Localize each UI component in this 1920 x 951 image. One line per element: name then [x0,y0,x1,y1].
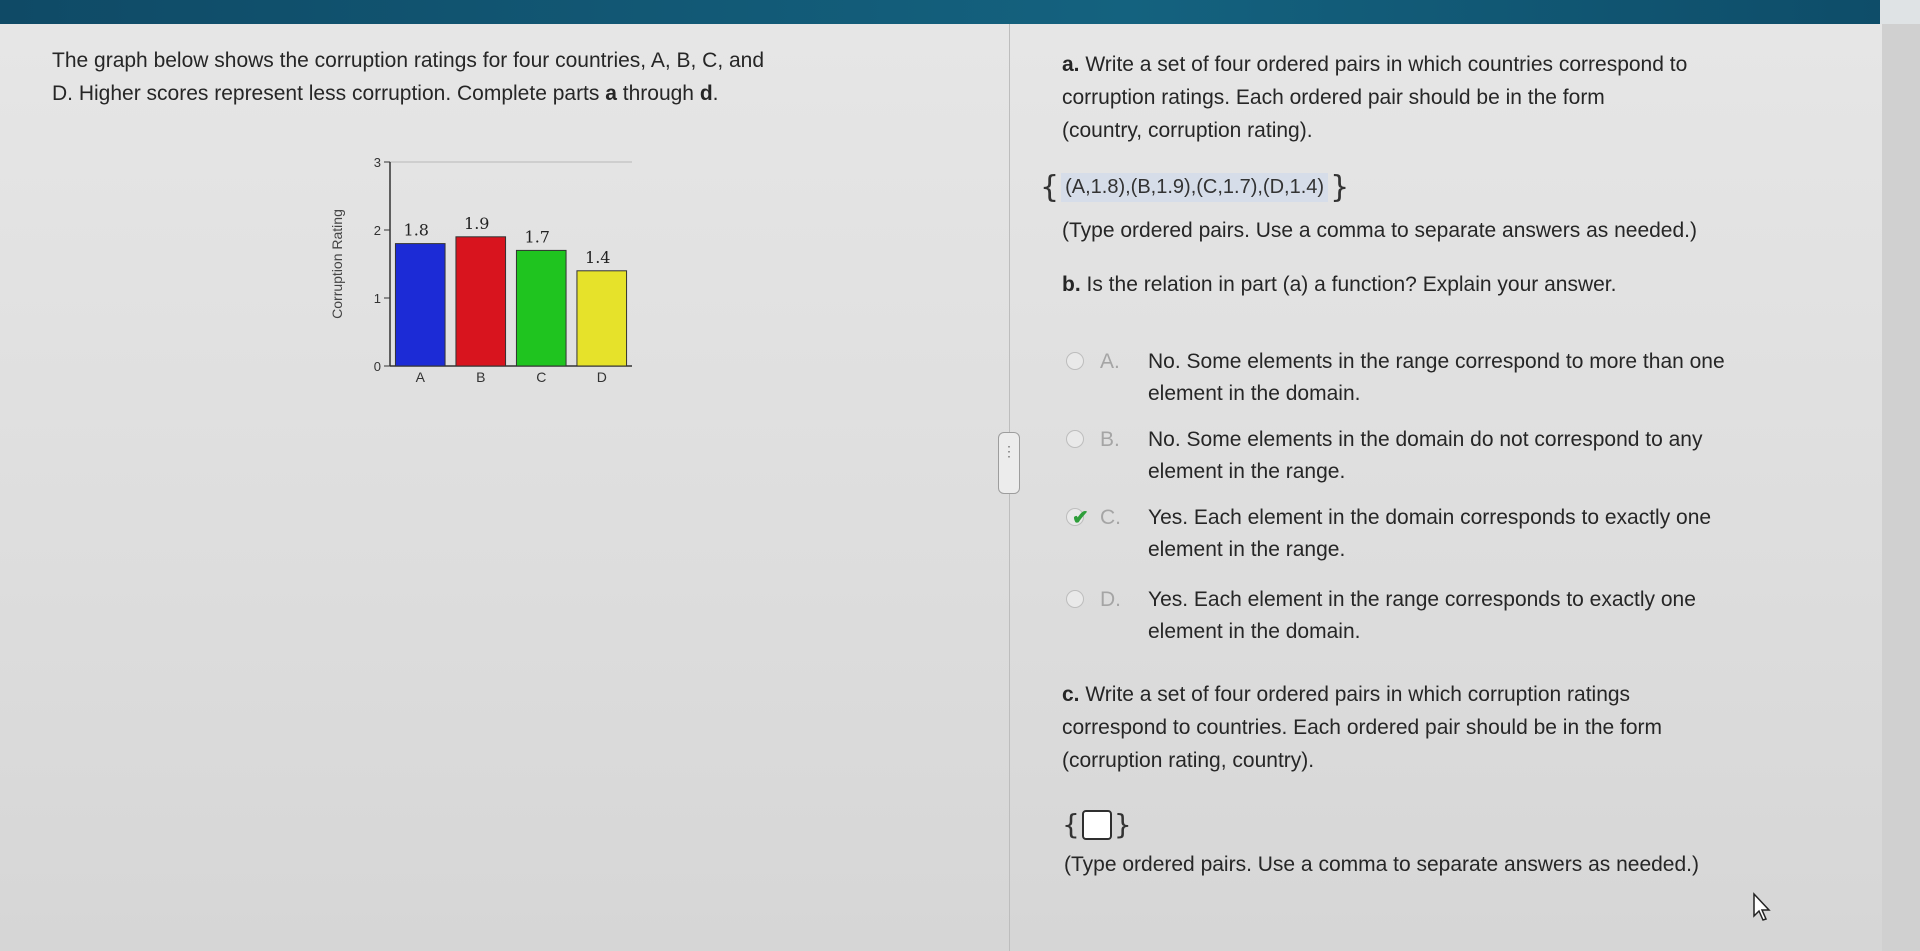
part-b-prompt: b. Is the relation in part (a) a functio… [1062,268,1616,301]
part-b-text: Is the relation in part (a) a function? … [1080,273,1617,296]
intro-bold-a: a [605,82,617,105]
option-d-line-1: Yes. Each element in the range correspon… [1148,588,1696,611]
x-tick-label-A: A [416,369,426,385]
open-brace: { [1040,169,1060,205]
bar-C [515,249,567,367]
x-tick-label-D: D [597,369,607,385]
top-header-corner [1880,0,1920,24]
option-d-radio[interactable] [1066,590,1084,608]
close-brace: } [1113,808,1132,841]
part-a-line-2: corruption ratings. Each ordered pair sh… [1062,86,1605,109]
part-c-answer[interactable]: { } [1062,808,1132,841]
option-c-letter: C. [1100,506,1121,529]
close-brace: } [1330,169,1350,205]
bar-A [394,243,446,367]
option-c-line-1: Yes. Each element in the domain correspo… [1148,506,1712,529]
data-label-A: 1.8 [404,221,429,240]
option-c-line-2: element in the range. [1148,538,1346,561]
open-brace: { [1062,808,1080,841]
corruption-bar-chart: 0 1 2 3 Corruption Rating 1.8 A 1.9 B 1.7 C 1.4 D [329,155,632,385]
data-label-C: 1.7 [525,227,550,246]
pane-resize-handle[interactable]: ⋮ [998,432,1020,494]
option-a-radio[interactable] [1066,352,1084,370]
part-a-answer-value[interactable]: (A,1.8),(B,1.9),(C,1.7),(D,1.4) [1061,172,1329,202]
mouse-pointer-icon [1753,892,1771,921]
option-d[interactable]: D. Yes. Each element in the range corres… [1066,584,1846,648]
part-a-text-1: Write a set of four ordered pairs in whi… [1079,53,1688,76]
part-a-hint: (Type ordered pairs. Use a comma to sepa… [1062,219,1697,242]
part-a-line-3: (country, corruption rating). [1062,119,1313,142]
intro-text: D. Higher scores represent less corrupti… [52,82,606,105]
option-b-line-2: element in the range. [1148,460,1346,483]
page-right-edge [1882,24,1920,951]
y-tick-label: 0 [374,359,381,374]
data-label-B: 1.9 [464,214,489,233]
option-d-letter: D. [1100,588,1121,611]
intro-text-end: . [712,82,719,105]
part-b-label: b. [1062,273,1081,296]
option-a-line-1: No. Some elements in the range correspon… [1148,350,1725,373]
option-d-line-2: element in the domain. [1148,620,1361,643]
part-a-prompt: a. Write a set of four ordered pairs in … [1062,48,1862,147]
intro-line-2: D. Higher scores represent less corrupti… [52,77,952,110]
part-c-line-3: (corruption rating, country). [1062,749,1315,772]
part-c-line-2: correspond to countries. Each ordered pa… [1062,716,1663,739]
option-a-line-2: element in the domain. [1148,382,1361,405]
intro-line-1: The graph below shows the corruption rat… [52,49,765,72]
y-tick-label: 2 [374,223,381,238]
option-b-line-1: No. Some elements in the domain do not c… [1148,428,1703,451]
y-tick-label: 3 [374,155,381,170]
option-b-radio[interactable] [1066,430,1084,448]
part-c-prompt: c. Write a set of four ordered pairs in … [1062,678,1862,777]
intro-bold-d: d [699,82,713,105]
part-a-line-1: a. Write a set of four ordered pairs in … [1062,48,1862,81]
x-tick-label-C: C [536,369,546,385]
x-tick-label-B: B [476,369,485,385]
bar-D [576,270,628,367]
intro-text-middle: through [616,82,700,105]
data-label-D: 1.4 [585,248,610,267]
y-tick-label: 1 [374,291,381,306]
bar-B [455,236,507,367]
option-a-letter: A. [1100,350,1120,373]
part-c-answer-input[interactable] [1081,809,1112,840]
option-b-letter: B. [1100,428,1120,451]
part-c-line-1: c. Write a set of four ordered pairs in … [1062,678,1862,711]
part-c-text-1: Write a set of four ordered pairs in whi… [1079,683,1631,706]
y-axis-label: Corruption Rating [329,209,345,319]
option-a[interactable]: A. No. Some elements in the range corres… [1066,346,1846,410]
question-intro: The graph below shows the corruption rat… [52,44,952,110]
part-a-answer[interactable]: { (A,1.8),(B,1.9),(C,1.7),(D,1.4) } [1040,166,1349,208]
part-a-label: a. [1062,53,1080,76]
option-c[interactable]: ✔ C. Yes. Each element in the domain cor… [1066,502,1846,566]
checkmark-icon: ✔ [1072,507,1089,529]
part-c-label: c. [1062,683,1080,706]
top-header-bar [0,0,1880,24]
part-c-hint: (Type ordered pairs. Use a comma to sepa… [1064,853,1699,876]
option-b[interactable]: B. No. Some elements in the domain do no… [1066,424,1846,488]
